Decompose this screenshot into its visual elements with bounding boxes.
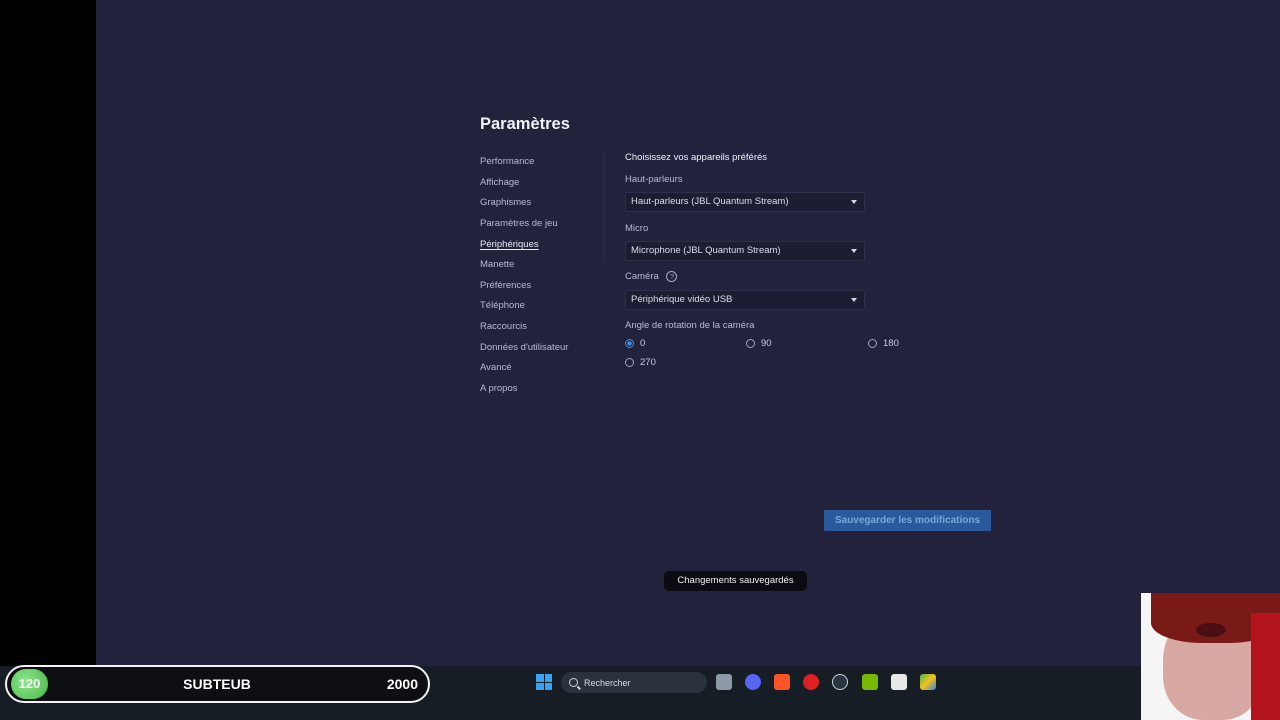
radio-checked-icon — [625, 339, 634, 348]
rotation-label: Angle de rotation de la caméra — [625, 320, 755, 331]
webcam-hood — [1251, 613, 1280, 720]
nav-item-affichage[interactable]: Affichage — [480, 173, 620, 194]
search-icon — [569, 678, 578, 687]
help-icon[interactable]: ? — [666, 271, 678, 282]
radio-unchecked-icon — [625, 358, 634, 367]
nav-item-avance[interactable]: Avancé — [480, 358, 620, 379]
mic-select[interactable]: Microphone (JBL Quantum Stream) — [625, 241, 865, 261]
overlay-name: SUBTEUB — [183, 676, 251, 692]
rotation-radio-270[interactable]: 270 — [625, 357, 656, 368]
nvidia-icon[interactable] — [862, 674, 878, 690]
settings-nav: Performance Affichage Graphismes Paramèt… — [480, 152, 620, 400]
chevron-down-icon — [851, 298, 857, 302]
rotation-radio-0[interactable]: 0 — [625, 338, 645, 349]
nav-item-a-propos[interactable]: A propos — [480, 379, 620, 400]
bluestacks-icon[interactable] — [920, 674, 936, 690]
rotation-option-label: 90 — [761, 338, 772, 349]
webcam-overlay — [1141, 593, 1280, 720]
section-title: Choisissez vos appareils préférés — [625, 152, 768, 163]
speakers-value: Haut-parleurs (JBL Quantum Stream) — [631, 196, 789, 207]
camera-label: Caméra — [625, 271, 659, 283]
nav-item-parametres-de-jeu[interactable]: Paramètres de jeu — [480, 214, 620, 235]
search-placeholder: Rechercher — [584, 677, 631, 688]
nav-item-manette[interactable]: Manette — [480, 255, 620, 276]
camera-select[interactable]: Périphérique vidéo USB — [625, 290, 865, 310]
overlay-target: 2000 — [386, 676, 418, 692]
mic-label: Micro — [625, 223, 649, 234]
taskbar-search-box[interactable]: Rechercher — [561, 672, 707, 693]
camera-value: Périphérique vidéo USB — [631, 294, 733, 305]
speakers-label: Haut-parleurs — [625, 174, 683, 185]
nav-item-donnees-utilisateur[interactable]: Données d'utilisateur — [480, 338, 620, 359]
nav-item-graphismes[interactable]: Graphismes — [480, 193, 620, 214]
speakers-select[interactable]: Haut-parleurs (JBL Quantum Stream) — [625, 192, 865, 212]
camera-label-row: Caméra ? — [625, 271, 678, 283]
nav-item-preferences[interactable]: Préférences — [480, 276, 620, 297]
webcam-mouth — [1196, 623, 1226, 637]
page-title: Paramètres — [480, 115, 570, 133]
calendar-icon[interactable] — [891, 674, 907, 690]
save-changes-button[interactable]: Sauvegarder les modifications — [824, 510, 991, 531]
discord-icon[interactable] — [745, 674, 761, 690]
nav-item-performance[interactable]: Performance — [480, 152, 620, 173]
nav-divider — [604, 152, 605, 262]
left-black-bar — [0, 0, 96, 720]
nav-item-peripheriques[interactable]: Périphériques — [480, 235, 620, 256]
file-explorer-icon[interactable] — [716, 674, 732, 690]
windows-start-icon[interactable] — [536, 674, 552, 690]
radio-unchecked-icon — [746, 339, 755, 348]
level-badge: 120 — [11, 669, 48, 699]
rotation-radio-180[interactable]: 180 — [868, 338, 899, 349]
toast-notification: Changements sauvegardés — [664, 571, 807, 591]
rotation-option-label: 180 — [883, 338, 899, 349]
chevron-down-icon — [851, 200, 857, 204]
brave-icon[interactable] — [774, 674, 790, 690]
mic-value: Microphone (JBL Quantum Stream) — [631, 245, 781, 256]
rotation-option-label: 0 — [640, 338, 646, 349]
rotation-option-label: 270 — [640, 357, 656, 368]
chevron-down-icon — [851, 249, 857, 253]
nav-item-raccourcis[interactable]: Raccourcis — [480, 317, 620, 338]
stream-score-overlay: 120 SUBTEUB 2000 — [5, 665, 430, 703]
rotation-radio-90[interactable]: 90 — [746, 338, 772, 349]
youtube-icon[interactable] — [803, 674, 819, 690]
radio-unchecked-icon — [868, 339, 877, 348]
steam-icon[interactable] — [832, 674, 848, 690]
settings-window: Paramètres Performance Affichage Graphis… — [96, 0, 1280, 666]
nav-item-telephone[interactable]: Téléphone — [480, 296, 620, 317]
